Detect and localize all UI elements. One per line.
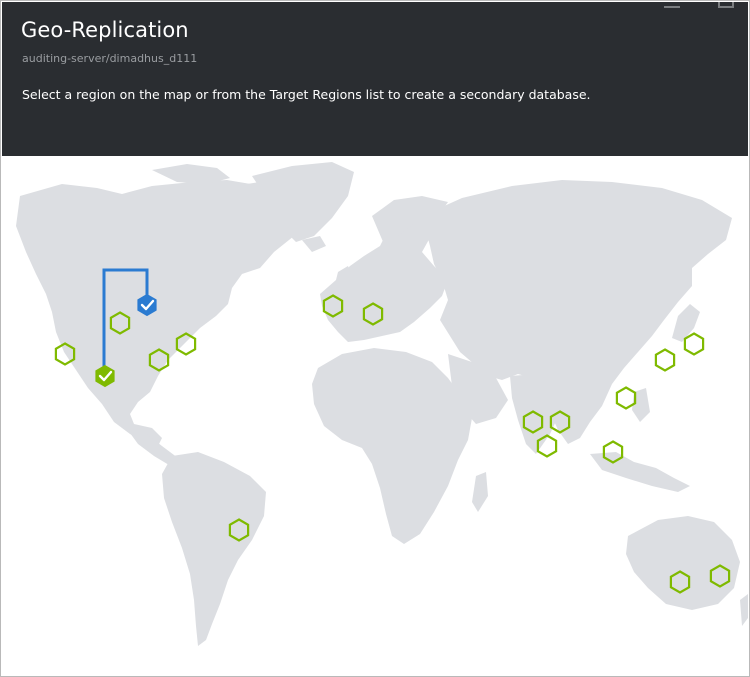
server-database-path: auditing-server/dimadhus_d111 [22,52,198,65]
world-map[interactable] [2,156,748,676]
window-controls [664,2,734,8]
secondary-region-checkmark-icon[interactable] [95,365,115,387]
available-region-hexagon-icon[interactable] [615,386,637,410]
available-region-hexagon-icon[interactable] [654,348,676,372]
geo-replication-blade: Geo-Replication auditing-server/dimadhus… [0,0,750,677]
australia-landmass [626,516,740,610]
world-map-svg [16,162,748,646]
maximize-icon[interactable] [718,2,734,8]
available-region-hexagon-icon[interactable] [683,332,705,356]
south-america-landmass [162,452,266,646]
minimize-icon[interactable] [664,2,680,8]
japan-islands [672,304,700,342]
arctic-islands [152,164,230,184]
primary-region-checkmark-icon[interactable] [137,294,157,316]
blade-header: Geo-Replication auditing-server/dimadhus… [2,2,748,156]
instruction-text: Select a region on the map or from the T… [22,87,591,102]
new-zealand [740,594,748,626]
africa-landmass [312,348,472,544]
page-title: Geo-Replication [21,18,189,42]
continents [16,162,748,646]
madagascar [472,472,488,512]
